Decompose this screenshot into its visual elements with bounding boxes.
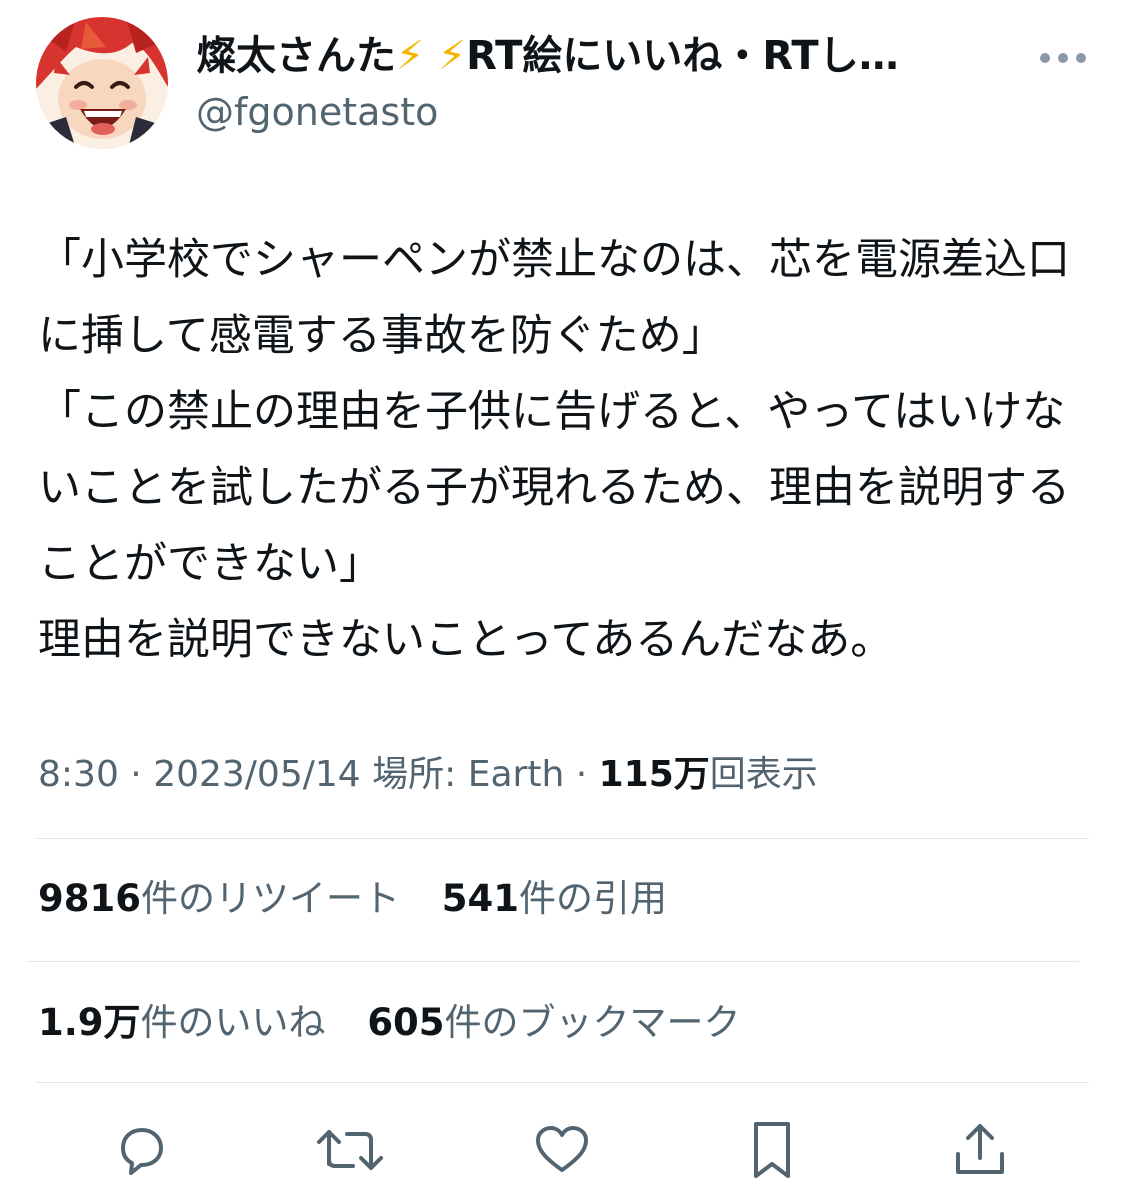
heart-icon bbox=[536, 1126, 588, 1172]
meta-separator: · bbox=[118, 754, 154, 795]
reply-button[interactable] bbox=[106, 1115, 176, 1185]
display-name-text: 燦太さんた bbox=[196, 33, 396, 79]
bookmarks-stat[interactable]: 605件のブックマーク bbox=[367, 998, 740, 1048]
share-icon bbox=[956, 1124, 1004, 1174]
likes-label: 件のいいね bbox=[140, 1001, 326, 1044]
bookmarks-label: 件のブックマーク bbox=[444, 1001, 741, 1044]
tweet-meta: 8:30 · 2023/05/14 場所: Earth · 115万回表示 bbox=[38, 750, 818, 800]
retweets-label: 件のリツイート bbox=[140, 877, 400, 920]
reply-icon bbox=[121, 1128, 163, 1175]
like-button[interactable] bbox=[527, 1115, 597, 1185]
tweet-time[interactable]: 8:30 bbox=[38, 754, 119, 795]
likes-stat[interactable]: 1.9万件のいいね bbox=[38, 998, 326, 1048]
stats-row-likes: 1.9万件のいいね 605件のブックマーク bbox=[38, 998, 771, 1048]
bookmark-button[interactable] bbox=[737, 1115, 807, 1185]
more-dot bbox=[1058, 53, 1068, 63]
quotes-stat[interactable]: 541件の引用 bbox=[442, 874, 667, 924]
likes-count: 1.9万 bbox=[38, 1001, 141, 1044]
retweets-stat[interactable]: 9816件のリツイート bbox=[38, 874, 400, 924]
share-button[interactable] bbox=[945, 1115, 1015, 1185]
meta-separator: · bbox=[564, 754, 599, 795]
quotes-label: 件の引用 bbox=[518, 877, 667, 920]
divider bbox=[36, 838, 1089, 839]
avatar[interactable] bbox=[36, 17, 168, 149]
views-label: 回表示 bbox=[709, 754, 818, 795]
action-bar bbox=[0, 1115, 1125, 1185]
divider bbox=[26, 961, 1079, 962]
bookmark-icon bbox=[754, 1122, 790, 1178]
display-name-rest: RT絵にいいね・RTし… bbox=[466, 33, 899, 79]
avatar-illustration bbox=[36, 17, 168, 149]
quotes-count: 541 bbox=[441, 877, 519, 920]
display-name[interactable]: 燦太さんた⚡ ⚡RT絵にいいね・RTし… bbox=[196, 30, 1016, 82]
more-options-icon[interactable] bbox=[1040, 52, 1086, 64]
more-dot bbox=[1076, 53, 1086, 63]
more-dot bbox=[1040, 53, 1050, 63]
location: Earth bbox=[467, 754, 565, 795]
bookmarks-count: 605 bbox=[367, 1001, 445, 1044]
divider bbox=[36, 1082, 1089, 1083]
location-label: 場所: bbox=[360, 754, 468, 795]
tweet-header: 燦太さんた⚡ ⚡RT絵にいいね・RTし… @fgonetasto bbox=[0, 0, 1125, 160]
lightning-bolt-icon: ⚡ bbox=[396, 33, 425, 79]
retweet-button[interactable] bbox=[315, 1115, 385, 1185]
tweet-text: 「小学校でシャーペンが禁止なのは、芯を電源差込口に挿して感電する事故を防ぐため」… bbox=[38, 235, 1070, 665]
user-handle[interactable]: @fgonetasto bbox=[196, 88, 438, 136]
lightning-bolt-icon: ⚡ bbox=[438, 33, 467, 79]
tweet-date[interactable]: 2023/05/14 bbox=[153, 754, 361, 795]
retweet-icon bbox=[317, 1130, 383, 1170]
stats-row-retweets: 9816件のリツイート 541件の引用 bbox=[38, 874, 697, 924]
views-count: 115万 bbox=[598, 754, 710, 795]
retweets-count: 9816 bbox=[38, 877, 141, 920]
